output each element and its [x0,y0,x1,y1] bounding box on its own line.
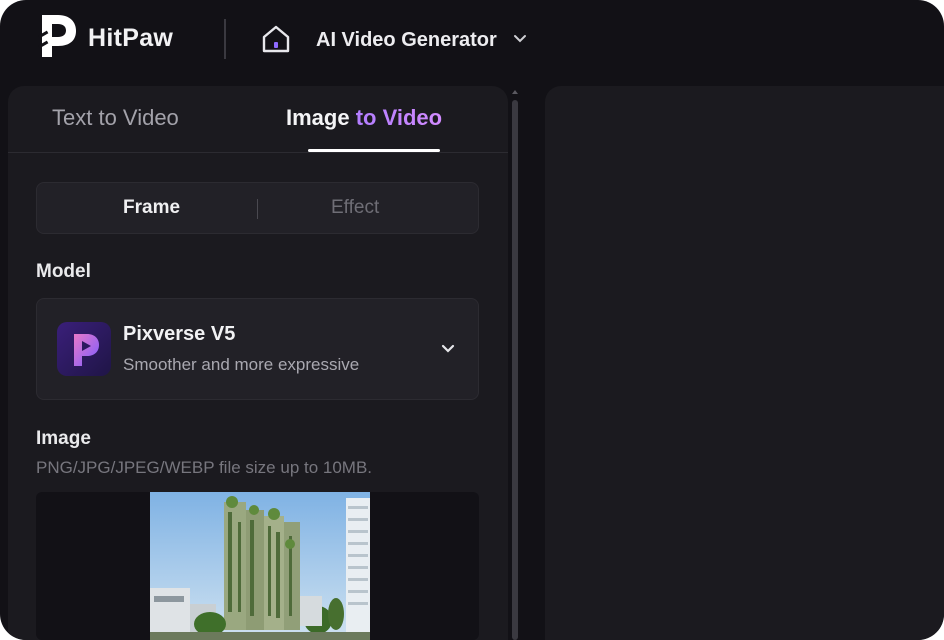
segment-effect[interactable]: Effect [331,197,379,219]
model-name: Pixverse V5 [123,323,236,345]
segment-frame[interactable]: Frame [123,197,180,219]
product-selector[interactable]: AI Video Generator [316,29,497,52]
scrollbar-thumb[interactable] [512,100,518,640]
tab-image-label-part1: Image [286,105,350,130]
chevron-down-icon[interactable] [512,33,528,45]
chevron-down-icon[interactable] [439,342,457,356]
home-icon[interactable] [260,23,292,55]
segment-divider [257,199,258,219]
app-window: HitPaw AI Video Generator Text to Video … [0,0,944,640]
image-upload-area[interactable] [36,492,479,640]
brand-name: HitPaw [88,24,174,52]
model-description: Smoother and more expressive [123,355,360,374]
pixverse-logo-icon [57,322,111,376]
model-dropdown[interactable]: Pixverse V5 Smoother and more expressive [36,298,479,400]
header-divider [224,19,226,59]
frame-effect-switch: Frame Effect [36,182,479,234]
tab-image-label-part2: to Video [349,105,443,130]
generator-panel: Text to Video Image to Video Frame Effec… [8,86,508,640]
preview-panel [545,86,944,640]
uploaded-image-thumbnail[interactable] [150,492,370,640]
tabs-divider [8,152,508,153]
tab-text-to-video[interactable]: Text to Video [52,105,179,131]
image-section-label: Image [36,428,91,449]
panel-scrollbar[interactable] [510,86,520,640]
image-format-hint: PNG/JPG/JPEG/WEBP file size up to 10MB. [36,458,373,477]
hitpaw-logo-icon [38,15,76,57]
top-bar: HitPaw AI Video Generator [0,0,944,84]
tab-image-to-video[interactable]: Image to Video [286,105,442,131]
model-section-label: Model [36,261,91,282]
scroll-up-icon[interactable] [511,88,519,96]
